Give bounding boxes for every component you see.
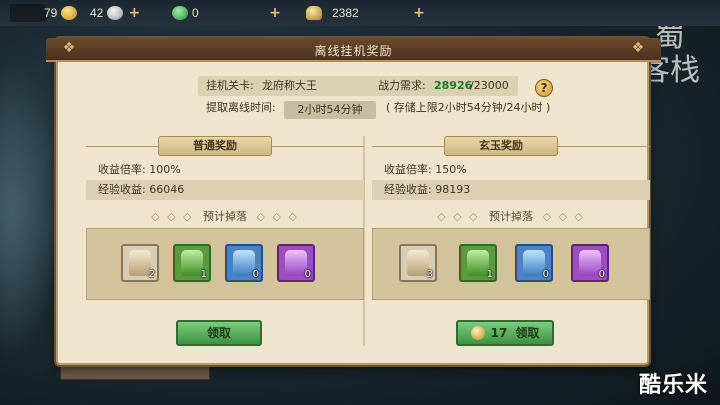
silver-ingot-icon: [107, 6, 124, 20]
resource-bar: 79 42 + 0 + 2382 +: [0, 0, 720, 26]
dots-right: ◇ ◇ ◇: [256, 210, 299, 223]
normal-reward-panel: 普通奖励 收益倍率: 100% 经验收益: 66046 ◇ ◇ ◇ 预计掉落 ◇…: [86, 136, 364, 346]
blue-armor-item[interactable]: 0: [515, 244, 553, 282]
background-scenery: [0, 60, 60, 360]
normal-drop-heading: ◇ ◇ ◇ 预计掉落 ◇ ◇ ◇: [86, 208, 364, 224]
normal-rate: 收益倍率: 100%: [98, 163, 181, 176]
item-count: 0: [598, 269, 605, 280]
jade-coin-icon: [470, 326, 485, 340]
stage-info-row: 挂机关卡: 龙府称大王 战力需求: 28926 /23000: [198, 76, 518, 96]
power-label: 战力需求:: [378, 79, 426, 92]
power-required: /23000: [470, 79, 509, 92]
jade-icon: [172, 6, 188, 20]
offline-reward-dialog: ❖ 离线挂机奖励 ❖ 挂机关卡: 龙府称大王 战力需求: 28926 /2300…: [46, 38, 661, 365]
silver-ingot-resource[interactable]: 42 +: [90, 4, 141, 22]
watermark: 酷乐米: [638, 373, 708, 398]
add-copper-plus-icon[interactable]: +: [412, 6, 426, 20]
gold-ingot-icon: [61, 6, 78, 20]
item-count: 0: [252, 269, 259, 280]
jade-reward-panel: 玄玉奖励 收益倍率: 150% 经验收益: 98193 ◇ ◇ ◇ 预计掉落 ◇…: [372, 136, 650, 346]
claim-jade-label: 领取: [515, 326, 540, 340]
white-armor-item[interactable]: 3: [399, 244, 437, 282]
ribbon-line: [86, 146, 158, 147]
help-button[interactable]: ?: [535, 79, 553, 97]
item-count: 3: [426, 269, 433, 280]
jade-rate: 收益倍率: 150%: [384, 163, 467, 176]
ribbon-line: [558, 146, 650, 147]
item-count: 2: [148, 269, 155, 280]
item-count: 0: [304, 269, 311, 280]
jade-count: 0: [192, 6, 199, 20]
dots-left: ◇ ◇ ◇: [151, 210, 194, 223]
stage-value: 龙府称大王: [262, 79, 317, 92]
item-count: 0: [542, 269, 549, 280]
jade-drop-title: 预计掉落: [489, 210, 533, 223]
copper-coin-count: 2382: [332, 6, 359, 20]
normal-drop-items: 2 1 0 0: [86, 228, 364, 300]
item-count: 1: [486, 269, 493, 280]
white-armor-item[interactable]: 2: [121, 244, 159, 282]
add-jade-button[interactable]: +: [268, 4, 282, 22]
resource-box: [10, 4, 46, 22]
storage-limit-note: ( 存储上限2小时54分钟/24小时 ): [386, 101, 551, 114]
add-jade-plus-icon[interactable]: +: [268, 6, 282, 20]
dots-left: ◇ ◇ ◇: [437, 210, 480, 223]
green-armor-item[interactable]: 1: [459, 244, 497, 282]
power-current: 28926: [434, 79, 473, 92]
jade-exp: 经验收益: 98193: [372, 180, 650, 200]
add-copper-button[interactable]: +: [412, 4, 426, 22]
offline-time-value: 2小时54分钟: [284, 101, 376, 119]
ribbon-line: [372, 146, 444, 147]
claim-normal-button[interactable]: 领取: [176, 320, 262, 346]
ribbon-line: [272, 146, 364, 147]
gold-ingot-resource[interactable]: 79: [44, 4, 81, 22]
purple-armor-item[interactable]: 0: [277, 244, 315, 282]
purple-armor-item[interactable]: 0: [571, 244, 609, 282]
normal-exp: 经验收益: 66046: [86, 180, 364, 200]
jade-resource[interactable]: 0: [172, 4, 203, 22]
dots-right: ◇ ◇ ◇: [542, 210, 585, 223]
offline-time-label: 提取离线时间:: [206, 101, 276, 114]
copper-coin-resource[interactable]: 2382: [306, 4, 363, 22]
jade-cost: 17: [490, 326, 508, 340]
claim-jade-button[interactable]: 17 领取: [456, 320, 554, 346]
add-silver-plus-icon[interactable]: +: [127, 6, 141, 20]
item-count: 1: [200, 269, 207, 280]
green-armor-item[interactable]: 1: [173, 244, 211, 282]
jade-drop-items: 3 1 0 0: [372, 228, 650, 300]
blue-armor-item[interactable]: 0: [225, 244, 263, 282]
stage-label: 挂机关卡:: [206, 79, 254, 92]
silver-ingot-count: 42: [90, 6, 104, 20]
normal-drop-title: 预计掉落: [203, 210, 247, 223]
gold-ingot-count: 79: [44, 6, 58, 20]
jade-reward-title: 玄玉奖励: [444, 136, 558, 156]
normal-reward-title: 普通奖励: [158, 136, 272, 156]
header-ornament-right-icon: ❖: [631, 40, 645, 56]
dialog-header: ❖ 离线挂机奖励 ❖: [46, 38, 661, 62]
jade-drop-heading: ◇ ◇ ◇ 预计掉落 ◇ ◇ ◇: [372, 208, 650, 224]
copper-coin-icon: [306, 6, 322, 20]
dialog-title: 离线挂机奖励: [314, 44, 393, 58]
